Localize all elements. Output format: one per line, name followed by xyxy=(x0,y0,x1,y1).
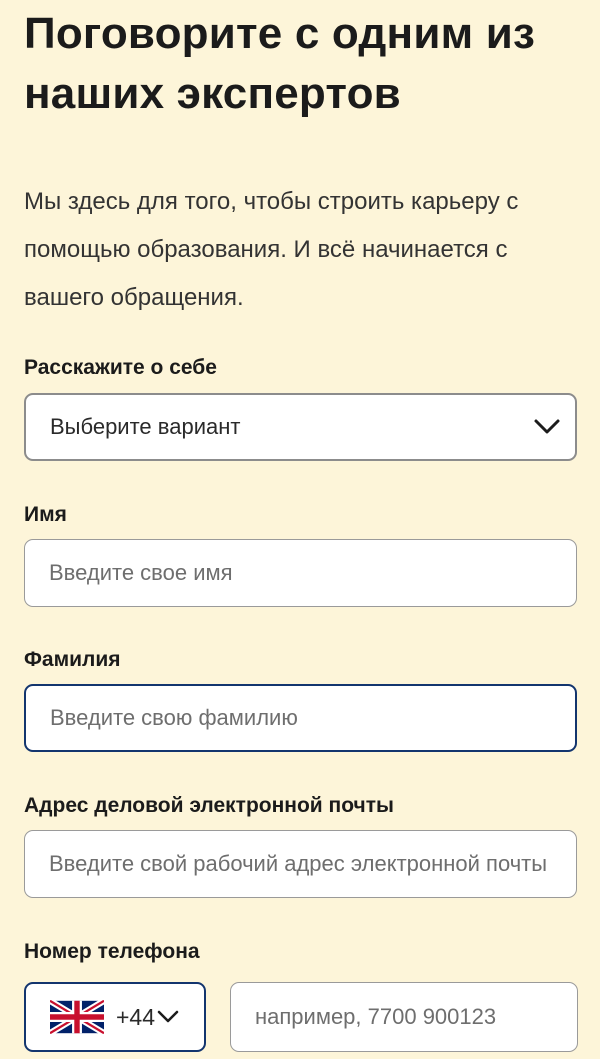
about-select[interactable]: Выберите вариант xyxy=(24,393,577,461)
phone-number-placeholder: например, 7700 900123 xyxy=(255,1004,497,1029)
chevron-down-icon xyxy=(157,1010,179,1023)
country-code-value: +44 xyxy=(116,1003,156,1030)
last-name-field[interactable]: Введите свою фамилию xyxy=(24,684,577,752)
country-code-select[interactable]: +44 xyxy=(24,982,206,1052)
intro-text: Мы здесь для того, чтобы строить карьеру… xyxy=(24,188,519,311)
page-title: Поговорите с одним из наших экспертов xyxy=(24,9,536,118)
first-name-label: Имя xyxy=(24,503,67,526)
last-name-label: Фамилия xyxy=(24,648,121,671)
last-name-placeholder: Введите свою фамилию xyxy=(50,705,298,730)
email-label: Адрес деловой электронной почты xyxy=(24,794,394,817)
email-placeholder: Введите свой рабочий адрес электронной п… xyxy=(49,851,548,876)
first-name-placeholder: Введите свое имя xyxy=(49,560,233,585)
uk-flag-icon xyxy=(50,1000,104,1034)
phone-label: Номер телефона xyxy=(24,940,200,963)
about-select-value: Выберите вариант xyxy=(50,414,241,439)
email-field[interactable]: Введите свой рабочий адрес электронной п… xyxy=(24,830,577,898)
chevron-down-icon xyxy=(534,419,560,434)
contact-form-page: Поговорите с одним из наших экспертов Мы… xyxy=(0,0,600,1059)
phone-number-field[interactable]: например, 7700 900123 xyxy=(230,982,578,1052)
about-label: Расскажите о себе xyxy=(24,356,217,379)
first-name-field[interactable]: Введите свое имя xyxy=(24,539,577,607)
